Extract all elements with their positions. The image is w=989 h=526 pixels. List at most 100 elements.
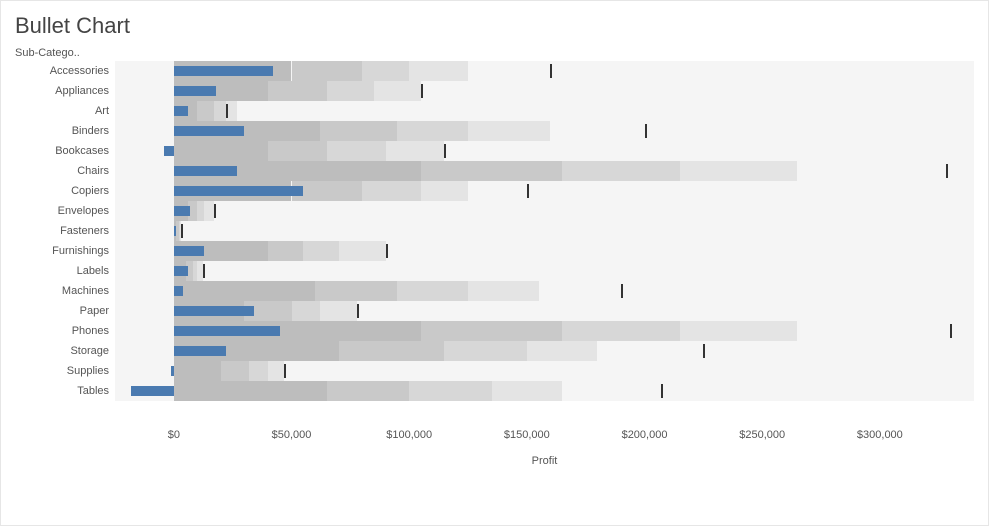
band bbox=[268, 361, 284, 381]
band bbox=[249, 361, 268, 381]
target-marker bbox=[621, 284, 623, 298]
band bbox=[492, 381, 563, 401]
x-axis-label: Profit bbox=[115, 455, 974, 467]
band bbox=[292, 301, 320, 321]
chart-frame: Bullet Chart Sub-Catego.. Accessories App… bbox=[0, 0, 989, 526]
chart-title: Bullet Chart bbox=[15, 13, 974, 39]
band bbox=[421, 181, 468, 201]
category-label: Chairs bbox=[15, 165, 115, 177]
bullet-track bbox=[115, 361, 974, 381]
target-marker bbox=[203, 264, 205, 278]
band bbox=[386, 141, 445, 161]
value-bar bbox=[174, 266, 188, 276]
chart-row: Copiers bbox=[15, 181, 974, 201]
bullet-track bbox=[115, 201, 974, 221]
value-bar bbox=[174, 306, 254, 316]
x-tick: $200,000 bbox=[622, 429, 668, 441]
chart-row: Envelopes bbox=[15, 201, 974, 221]
band bbox=[174, 281, 315, 301]
band bbox=[292, 61, 363, 81]
category-label: Binders bbox=[15, 125, 115, 137]
band bbox=[197, 101, 213, 121]
y-axis-header: Sub-Catego.. bbox=[15, 47, 974, 59]
category-label: Machines bbox=[15, 285, 115, 297]
value-bar bbox=[174, 206, 190, 216]
x-tick: $100,000 bbox=[386, 429, 432, 441]
plot-area: Accessories Appliances Art Binders Bookcases… bbox=[15, 61, 974, 481]
target-marker bbox=[181, 224, 183, 238]
band bbox=[268, 241, 303, 261]
band bbox=[327, 381, 409, 401]
band bbox=[303, 241, 338, 261]
band bbox=[204, 201, 213, 221]
category-label: Art bbox=[15, 105, 115, 117]
band bbox=[327, 81, 374, 101]
target-marker bbox=[950, 324, 952, 338]
category-label: Appliances bbox=[15, 85, 115, 97]
target-marker bbox=[214, 204, 216, 218]
chart-row: Art bbox=[15, 101, 974, 121]
category-label: Bookcases bbox=[15, 145, 115, 157]
bullet-track bbox=[115, 381, 974, 401]
chart-row: Binders bbox=[15, 121, 974, 141]
target-marker bbox=[444, 144, 446, 158]
bullet-track bbox=[115, 341, 974, 361]
category-label: Paper bbox=[15, 305, 115, 317]
category-label: Envelopes bbox=[15, 205, 115, 217]
x-tick: $300,000 bbox=[857, 429, 903, 441]
target-marker bbox=[226, 104, 228, 118]
x-tick: $50,000 bbox=[272, 429, 312, 441]
band bbox=[397, 281, 468, 301]
band bbox=[527, 341, 598, 361]
value-bar bbox=[174, 86, 216, 96]
band bbox=[562, 161, 680, 181]
target-marker bbox=[357, 304, 359, 318]
bullet-track bbox=[115, 81, 974, 101]
chart-row: Machines bbox=[15, 281, 974, 301]
bullet-track bbox=[115, 301, 974, 321]
x-tick: $250,000 bbox=[739, 429, 785, 441]
chart-row: Supplies bbox=[15, 361, 974, 381]
band bbox=[362, 181, 421, 201]
band bbox=[468, 281, 539, 301]
value-bar bbox=[174, 326, 280, 336]
value-bar bbox=[174, 346, 226, 356]
chart-row: Labels bbox=[15, 261, 974, 281]
chart-row: Appliances bbox=[15, 81, 974, 101]
value-bar bbox=[131, 386, 173, 396]
chart-row: Accessories bbox=[15, 61, 974, 81]
band bbox=[421, 321, 562, 341]
band bbox=[562, 321, 680, 341]
value-bar bbox=[174, 186, 303, 196]
band bbox=[214, 101, 226, 121]
category-label: Labels bbox=[15, 265, 115, 277]
band bbox=[268, 141, 327, 161]
target-marker bbox=[421, 84, 423, 98]
target-marker bbox=[703, 344, 705, 358]
band bbox=[174, 381, 327, 401]
category-label: Supplies bbox=[15, 365, 115, 377]
bullet-track bbox=[115, 281, 974, 301]
band bbox=[374, 81, 421, 101]
category-label: Furnishings bbox=[15, 245, 115, 257]
band bbox=[444, 341, 526, 361]
category-label: Accessories bbox=[15, 65, 115, 77]
category-label: Storage bbox=[15, 345, 115, 357]
bullet-track bbox=[115, 241, 974, 261]
chart-row: Chairs bbox=[15, 161, 974, 181]
target-marker bbox=[550, 64, 552, 78]
bullet-track bbox=[115, 321, 974, 341]
band bbox=[221, 361, 249, 381]
x-tick: $150,000 bbox=[504, 429, 550, 441]
band bbox=[362, 61, 409, 81]
value-bar bbox=[164, 146, 173, 156]
target-marker bbox=[386, 244, 388, 258]
band bbox=[397, 121, 468, 141]
band bbox=[320, 301, 358, 321]
x-tick: $0 bbox=[168, 429, 180, 441]
band bbox=[468, 121, 550, 141]
value-bar bbox=[174, 106, 188, 116]
bullet-track bbox=[115, 61, 974, 81]
value-bar bbox=[171, 366, 173, 376]
bullet-track bbox=[115, 141, 974, 161]
